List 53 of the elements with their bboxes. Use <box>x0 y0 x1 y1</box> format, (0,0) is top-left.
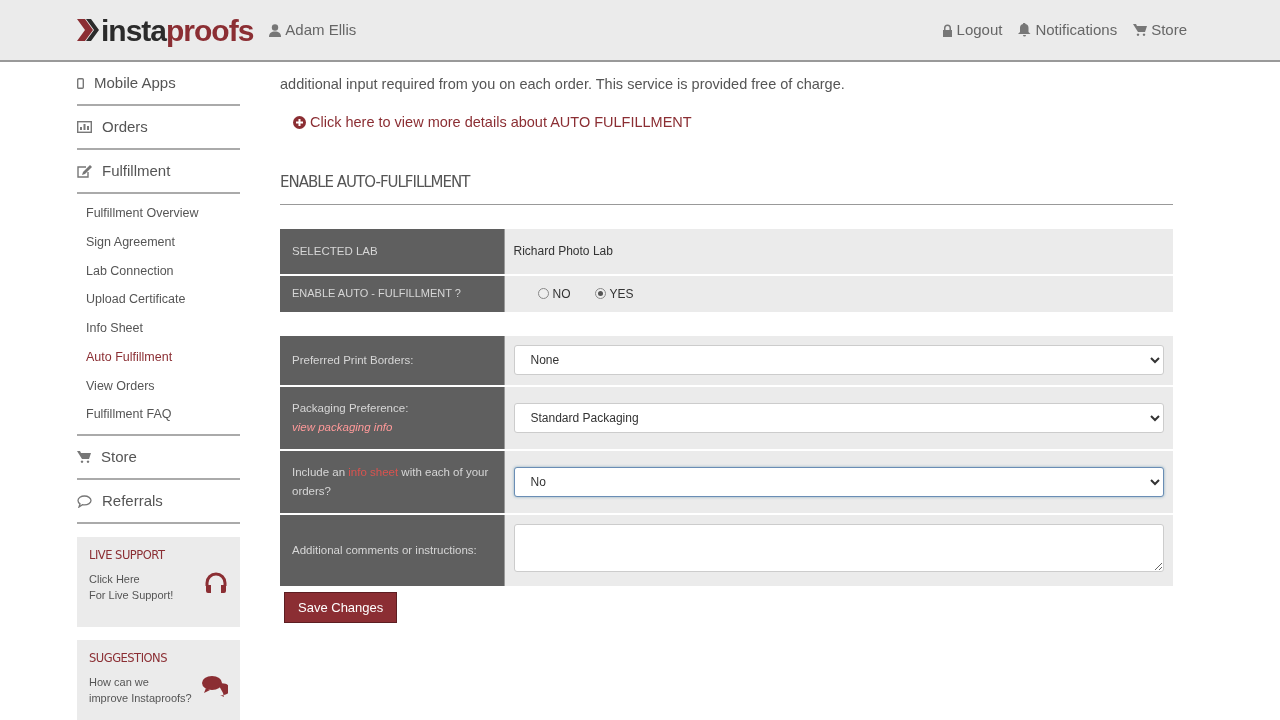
plus-icon <box>293 116 306 130</box>
field-label: ENABLE AUTO - FULFILLMENT ? <box>292 286 461 299</box>
user-link[interactable]: Adam Ellis <box>269 18 357 42</box>
sidebar-subitem[interactable]: Sign Agreement <box>77 227 240 257</box>
lab-name: Richard Photo Lab <box>513 244 613 259</box>
panel-title: SUGGESTIONS <box>89 650 168 667</box>
sidebar-subitem[interactable]: View Orders <box>77 371 240 401</box>
logo[interactable]: instaproofs <box>77 7 254 53</box>
panel-text: How can we improve Instaproofs? <box>89 675 192 707</box>
save-button[interactable]: Save Changes <box>284 591 398 624</box>
header-link[interactable]: Store <box>1133 18 1187 42</box>
comments-field[interactable] <box>513 523 1164 572</box>
sidebar-subitem[interactable]: Fulfillment Overview <box>77 199 240 228</box>
chat-icon <box>77 494 92 508</box>
sidebar-subitem[interactable]: Auto Fulfillment <box>77 342 240 372</box>
select-field[interactable]: Standard Packaging <box>513 402 1164 433</box>
user-icon <box>269 23 282 37</box>
sidebar-item[interactable]: Fulfillment <box>77 150 240 194</box>
sidebar-subitem[interactable]: Info Sheet <box>77 314 240 343</box>
header-link[interactable]: Notifications <box>1018 18 1118 42</box>
field-label: SELECTED LAB <box>292 244 378 257</box>
chat-icon <box>202 674 228 697</box>
panel-text: Click Here For Live Support! <box>89 572 174 604</box>
select-field[interactable]: No <box>513 466 1164 497</box>
support-panel[interactable]: LIVE SUPPORT Click Here For Live Support! <box>77 537 240 627</box>
sidebar-item[interactable]: Orders <box>77 106 240 150</box>
cart-icon <box>1133 24 1148 36</box>
sidebar-subitem[interactable]: Fulfillment FAQ <box>77 400 240 429</box>
support-panel[interactable]: SUGGESTIONS How can we improve Instaproofs? <box>77 640 240 720</box>
lock-icon <box>941 23 953 37</box>
field-label: Additional comments or instructions: <box>292 542 478 558</box>
sidebar-subitem[interactable]: Lab Connection <box>77 256 240 286</box>
sidebar-item[interactable]: Referrals <box>77 480 240 524</box>
sidebar-item[interactable]: Store <box>77 436 240 480</box>
headphones-icon <box>204 571 228 594</box>
intro-text: additional input required from you on each order. This service is provided free of charge. <box>280 75 846 94</box>
radio-option[interactable]: YES <box>594 284 634 303</box>
edit-icon <box>77 164 92 178</box>
field-label: Include an info sheet with each of your orders? <box>292 465 490 499</box>
section-title: ENABLE AUTO-FULFILLMENT <box>280 171 1173 205</box>
field-label: Preferred Print Borders: <box>292 352 415 368</box>
sidebar-subitem[interactable]: Upload Certificate <box>77 285 240 314</box>
select-field[interactable]: None <box>513 345 1164 376</box>
details-link[interactable]: Click here to view more details about AUTO FULFILLMENT <box>293 111 692 134</box>
cart-icon <box>77 451 91 463</box>
phone-icon <box>77 77 84 89</box>
radio-option[interactable]: NO <box>537 284 571 303</box>
bell-icon <box>1018 23 1032 37</box>
header-link[interactable]: Logout <box>941 18 1003 42</box>
sidebar-item[interactable]: Mobile Apps <box>77 62 240 106</box>
panel-title: LIVE SUPPORT <box>89 547 166 564</box>
field-label: Packaging Preference: <box>292 401 410 417</box>
chart-icon <box>77 121 92 133</box>
